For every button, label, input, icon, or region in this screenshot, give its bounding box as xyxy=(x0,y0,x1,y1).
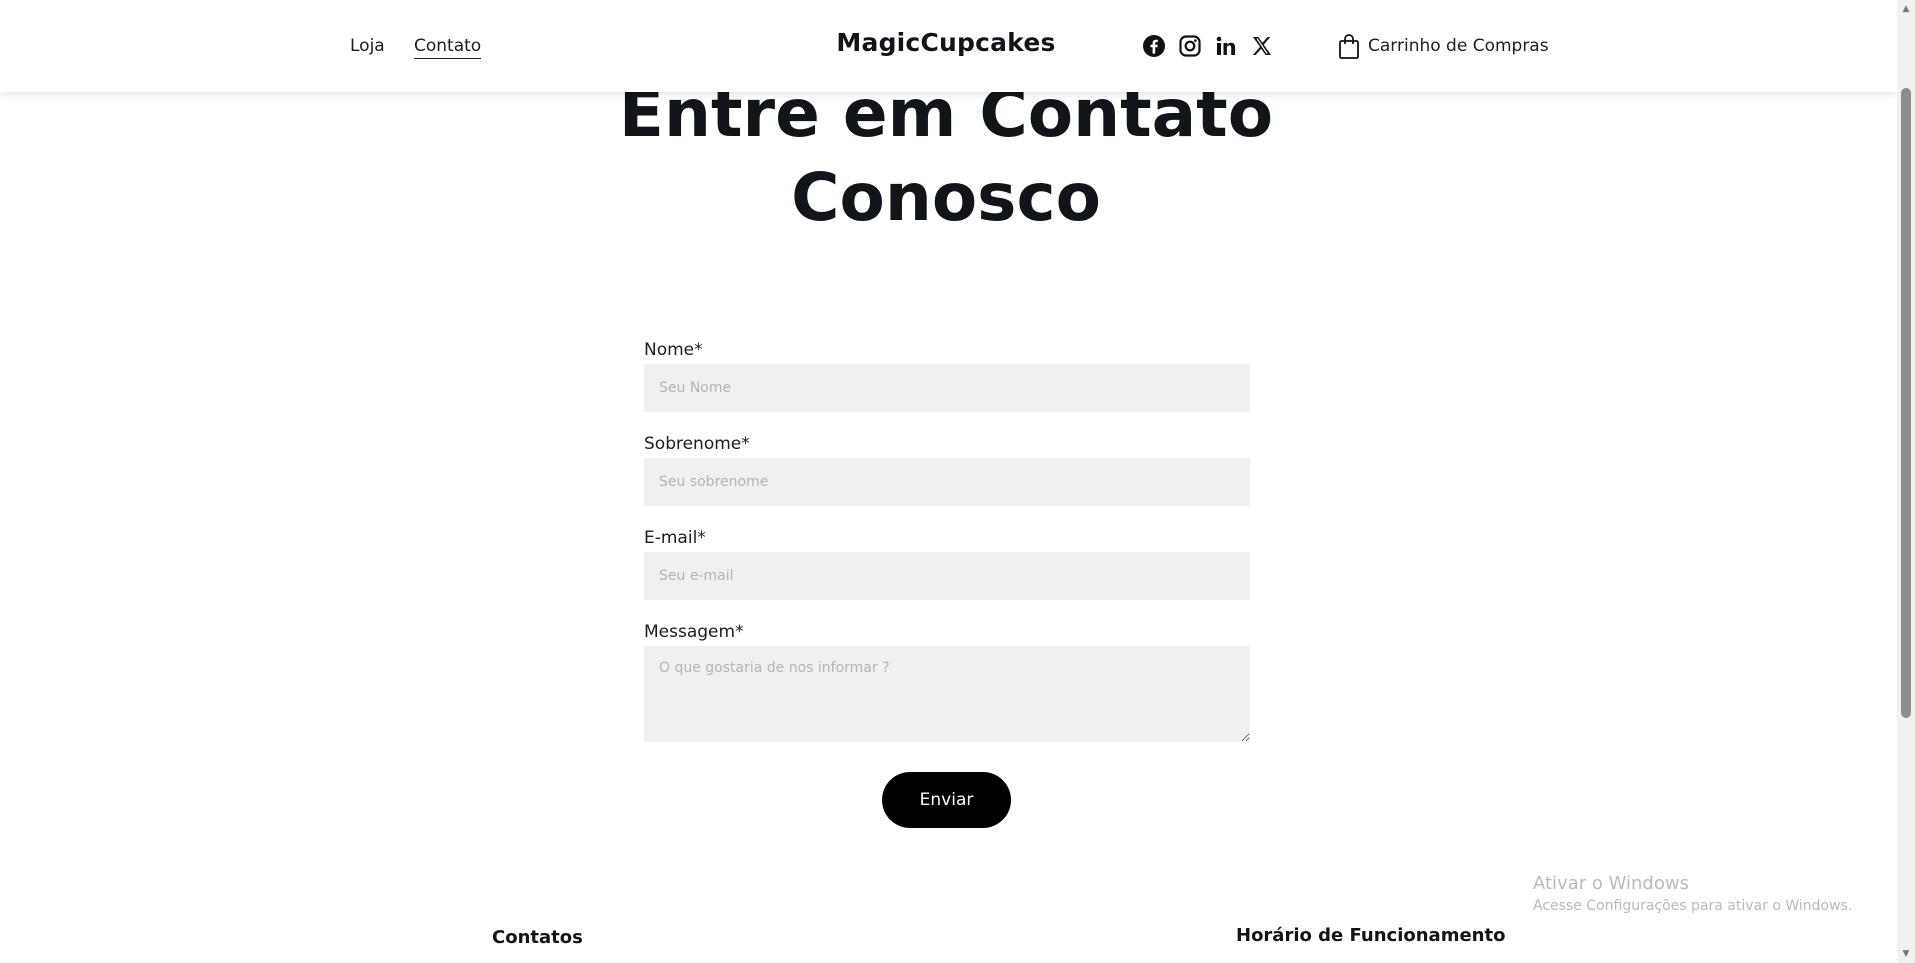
brand-logo-text[interactable]: MagicCupcakes xyxy=(0,28,1892,57)
email-label: E-mail* xyxy=(644,528,706,548)
windows-activation-title: Ativar o Windows xyxy=(1533,873,1689,894)
email-input[interactable] xyxy=(644,552,1250,600)
windows-activation-subtitle: Acesse Configurações para ativar o Windo… xyxy=(1533,898,1853,914)
message-textarea[interactable] xyxy=(644,646,1250,742)
submit-button[interactable]: Enviar xyxy=(882,772,1011,828)
page: Loja Contato MagicCupcakes Carrinho de C… xyxy=(0,0,1897,963)
page-title-line-2: Conosco xyxy=(791,159,1101,236)
facebook-icon[interactable] xyxy=(1142,34,1166,58)
top-navigation-bar: Loja Contato MagicCupcakes Carrinho de C… xyxy=(0,0,1897,92)
cart-button[interactable]: Carrinho de Compras xyxy=(1338,30,1549,62)
last-name-label: Sobrenome* xyxy=(644,434,750,454)
shopping-bag-icon xyxy=(1338,32,1360,60)
last-name-input[interactable] xyxy=(644,458,1250,506)
scrollbar-thumb[interactable] xyxy=(1901,88,1911,718)
message-label: Messagem* xyxy=(644,622,744,642)
first-name-label: Nome* xyxy=(644,340,703,360)
linkedin-icon[interactable] xyxy=(1214,34,1238,58)
scroll-up-arrow-icon[interactable]: ▲ xyxy=(1897,0,1915,18)
scroll-down-arrow-icon[interactable]: ▼ xyxy=(1897,945,1915,963)
x-icon[interactable] xyxy=(1250,34,1274,58)
cart-label: Carrinho de Compras xyxy=(1368,36,1549,56)
vertical-scrollbar[interactable]: ▲ ▼ xyxy=(1897,0,1915,963)
instagram-icon[interactable] xyxy=(1178,34,1202,58)
first-name-input[interactable] xyxy=(644,364,1250,412)
business-hours-heading: Horário de Funcionamento xyxy=(1236,925,1506,946)
page-title: Entre em Contato Conosco xyxy=(0,72,1892,240)
contacts-heading: Contatos xyxy=(492,927,583,948)
